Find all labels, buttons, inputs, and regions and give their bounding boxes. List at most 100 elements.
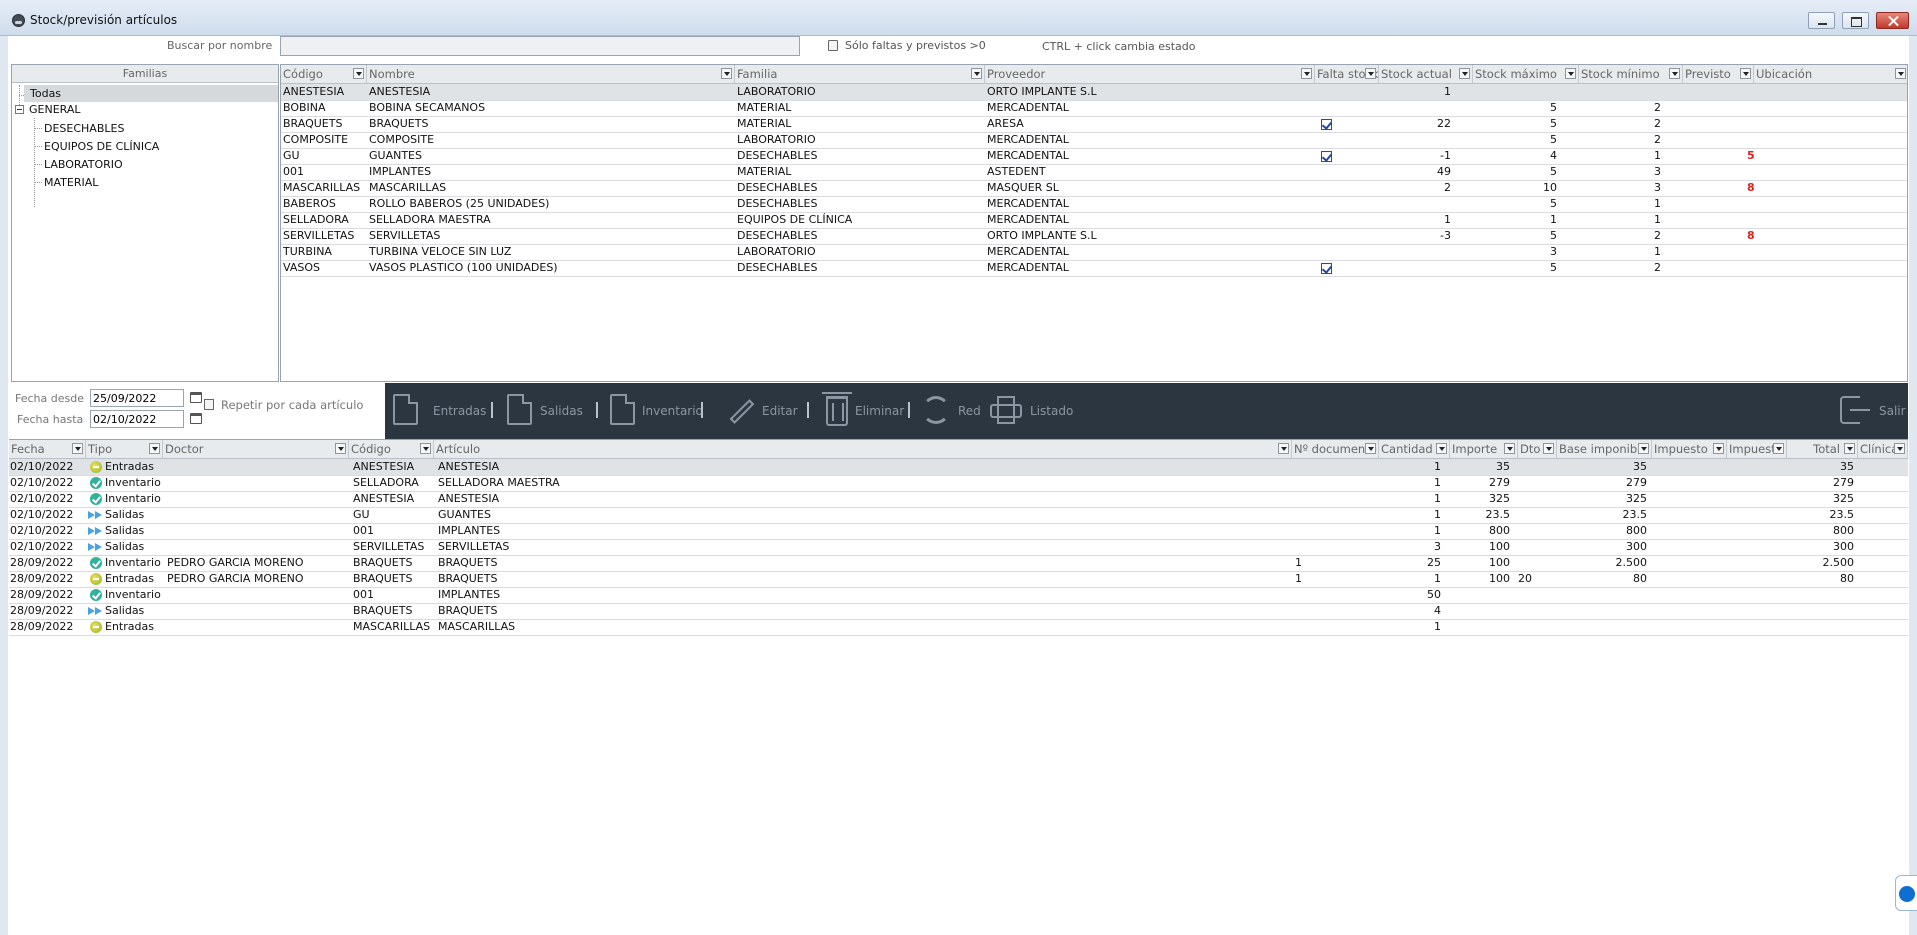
filter-dropdown-icon[interactable]	[353, 68, 364, 79]
table-row[interactable]: COMPOSITE COMPOSITE LABORATORIO MERCADENTAL…	[281, 132, 1907, 149]
salir-button[interactable]: Salir	[1840, 383, 1906, 439]
filter-dropdown-icon[interactable]	[149, 443, 160, 454]
filter-dropdown-icon[interactable]	[971, 68, 982, 79]
table-row[interactable]: 28/09/2022 Inventario PEDRO GARCIA MORENO B…	[9, 555, 1908, 572]
table-row[interactable]: BOBINA BOBINA SECAMANOS MATERIAL MERCADENTA…	[281, 100, 1907, 117]
table-row[interactable]: BRAQUETS BRAQUETS MATERIAL ARESA 22 5 2	[281, 116, 1907, 133]
falta-stock-checkbox[interactable]	[1321, 151, 1332, 162]
col-stock-minimo[interactable]: Stock mínimo	[1579, 65, 1683, 83]
table-row[interactable]: SELLADORA SELLADORA MAESTRA EQUIPOS DE CLÍ…	[281, 212, 1907, 229]
filter-dropdown-icon[interactable]	[1504, 443, 1515, 454]
filter-dropdown-icon[interactable]	[1436, 443, 1447, 454]
filter-dropdown-icon[interactable]	[1543, 443, 1554, 454]
inventario-button[interactable]: Inventario	[610, 383, 705, 439]
col-impuesto-2[interactable]: Impuesto	[1727, 440, 1787, 458]
falta-stock-checkbox[interactable]	[1321, 119, 1332, 130]
filter-dropdown-icon[interactable]	[420, 443, 431, 454]
col-familia[interactable]: Familia	[735, 65, 985, 83]
table-row[interactable]: 02/10/2022 Salidas 001 IMPLANTES 1 800 800 800	[9, 523, 1908, 540]
table-row[interactable]: 28/09/2022 Entradas MASCARILLAS MASCARILLAS…	[9, 619, 1908, 636]
filter-dropdown-icon[interactable]	[721, 68, 732, 79]
table-row[interactable]: 02/10/2022 Entradas ANESTESIA ANESTESIA 1 35 3…	[9, 459, 1908, 476]
teamviewer-icon[interactable]	[1895, 875, 1917, 911]
family-equipos[interactable]: EQUIPOS DE CLÍNICA	[44, 138, 159, 155]
col-proveedor[interactable]: Proveedor	[985, 65, 1315, 83]
col-codigo[interactable]: Código	[281, 65, 367, 83]
table-row[interactable]: 28/09/2022 Inventario 001 IMPLANTES 50	[9, 587, 1908, 604]
col-tipo[interactable]: Tipo	[86, 440, 163, 458]
table-row[interactable]: 28/09/2022 Salidas BRAQUETS BRAQUETS 4	[9, 603, 1908, 620]
eliminar-button[interactable]: Eliminar	[820, 383, 908, 439]
fecha-hasta-input[interactable]	[90, 410, 184, 428]
col-fecha[interactable]: Fecha	[9, 440, 86, 458]
col-cantidad[interactable]: Cantidad	[1379, 440, 1450, 458]
filter-dropdown-icon[interactable]	[1278, 443, 1289, 454]
col-base-imponible[interactable]: Base imponible	[1557, 440, 1652, 458]
filter-dropdown-icon[interactable]	[1565, 68, 1576, 79]
col-falta-stock[interactable]: Falta stock	[1315, 65, 1379, 83]
table-row[interactable]: SERVILLETAS SERVILLETAS DESECHABLES ORTO IM…	[281, 228, 1907, 245]
filter-dropdown-icon[interactable]	[1773, 443, 1784, 454]
table-row[interactable]: TURBINA TURBINA VELOCE SIN LUZ LABORATORIO…	[281, 244, 1907, 261]
calendar-icon[interactable]	[190, 413, 202, 424]
faltas-checkbox[interactable]	[828, 40, 838, 51]
family-material[interactable]: MATERIAL	[44, 174, 98, 191]
table-row[interactable]: GU GUANTES DESECHABLES MERCADENTAL -1 4 1 5	[281, 148, 1907, 165]
red-button[interactable]: Red	[922, 383, 990, 439]
filter-dropdown-icon[interactable]	[1713, 443, 1724, 454]
table-row[interactable]: BABEROS ROLLO BABEROS (25 UNIDADES) DESECH…	[281, 196, 1907, 213]
filter-dropdown-icon[interactable]	[1365, 443, 1376, 454]
table-row[interactable]: 02/10/2022 Inventario ANESTESIA ANESTESIA 1 3…	[9, 491, 1908, 508]
col-stock-actual[interactable]: Stock actual	[1379, 65, 1473, 83]
col-importe[interactable]: Importe	[1450, 440, 1518, 458]
col-codigo[interactable]: Código	[349, 440, 434, 458]
close-button[interactable]	[1876, 12, 1909, 29]
expand-collapse-icon[interactable]	[15, 105, 24, 114]
filter-dropdown-icon[interactable]	[1301, 68, 1312, 79]
minimize-button[interactable]	[1808, 12, 1835, 29]
salidas-button[interactable]: Salidas	[507, 383, 587, 439]
filter-dropdown-icon[interactable]	[1365, 68, 1376, 79]
table-row[interactable]: ANESTESIA ANESTESIA LABORATORIO ORTO IMPLAN…	[281, 84, 1907, 101]
table-row[interactable]: 28/09/2022 Entradas PEDRO GARCIA MORENO BRA…	[9, 571, 1908, 588]
filter-dropdown-icon[interactable]	[1669, 68, 1680, 79]
table-row[interactable]: MASCARILLAS MASCARILLAS DESECHABLES MASQUER…	[281, 180, 1907, 197]
filter-dropdown-icon[interactable]	[335, 443, 346, 454]
col-stock-maximo[interactable]: Stock máximo	[1473, 65, 1579, 83]
table-row[interactable]: 02/10/2022 Salidas GU GUANTES 1 23.5 23.5 23.5	[9, 507, 1908, 524]
editar-button[interactable]: Editar	[725, 383, 798, 439]
col-doctor[interactable]: Doctor	[163, 440, 349, 458]
col-nombre[interactable]: Nombre	[367, 65, 735, 83]
family-desechables[interactable]: DESECHABLES	[44, 120, 124, 137]
col-articulo[interactable]: Artículo	[434, 440, 1292, 458]
table-row[interactable]: 02/10/2022 Inventario SELLADORA SELLADORA M…	[9, 475, 1908, 492]
filter-dropdown-icon[interactable]	[1894, 443, 1905, 454]
table-row[interactable]: 02/10/2022 Salidas SERVILLETAS SERVILLETAS 3…	[9, 539, 1908, 556]
family-laboratorio[interactable]: LABORATORIO	[44, 156, 123, 173]
listado-button[interactable]: Listado	[990, 383, 1085, 439]
filter-dropdown-icon[interactable]	[1459, 68, 1470, 79]
fecha-desde-input[interactable]	[90, 389, 184, 407]
filter-dropdown-icon[interactable]	[1844, 443, 1855, 454]
filter-dropdown-icon[interactable]	[72, 443, 83, 454]
repetir-checkbox[interactable]	[204, 399, 214, 410]
calendar-icon[interactable]	[190, 392, 202, 403]
family-todas[interactable]: Todas	[24, 85, 278, 102]
col-clinica[interactable]: Clínica	[1858, 440, 1908, 458]
col-dto[interactable]: Dto	[1518, 440, 1557, 458]
entradas-button[interactable]: Entradas	[393, 383, 486, 439]
table-row[interactable]: VASOS VASOS PLASTICO (100 UNIDADES) DESECH…	[281, 260, 1907, 277]
col-num-documento[interactable]: Nº documento	[1292, 440, 1379, 458]
filter-dropdown-icon[interactable]	[1638, 443, 1649, 454]
search-input[interactable]	[280, 36, 800, 56]
col-impuesto[interactable]: Impuesto	[1652, 440, 1727, 458]
filter-dropdown-icon[interactable]	[1895, 68, 1906, 79]
col-previsto[interactable]: Previsto	[1683, 65, 1754, 83]
filter-dropdown-icon[interactable]	[1740, 68, 1751, 79]
table-row[interactable]: 001 IMPLANTES MATERIAL ASTEDENT 49 5 3	[281, 164, 1907, 181]
col-total[interactable]: Total	[1787, 440, 1858, 458]
col-ubicacion[interactable]: Ubicación	[1754, 65, 1907, 83]
maximize-button[interactable]	[1842, 12, 1869, 29]
family-general[interactable]: GENERAL	[29, 101, 81, 118]
falta-stock-checkbox[interactable]	[1321, 263, 1332, 274]
